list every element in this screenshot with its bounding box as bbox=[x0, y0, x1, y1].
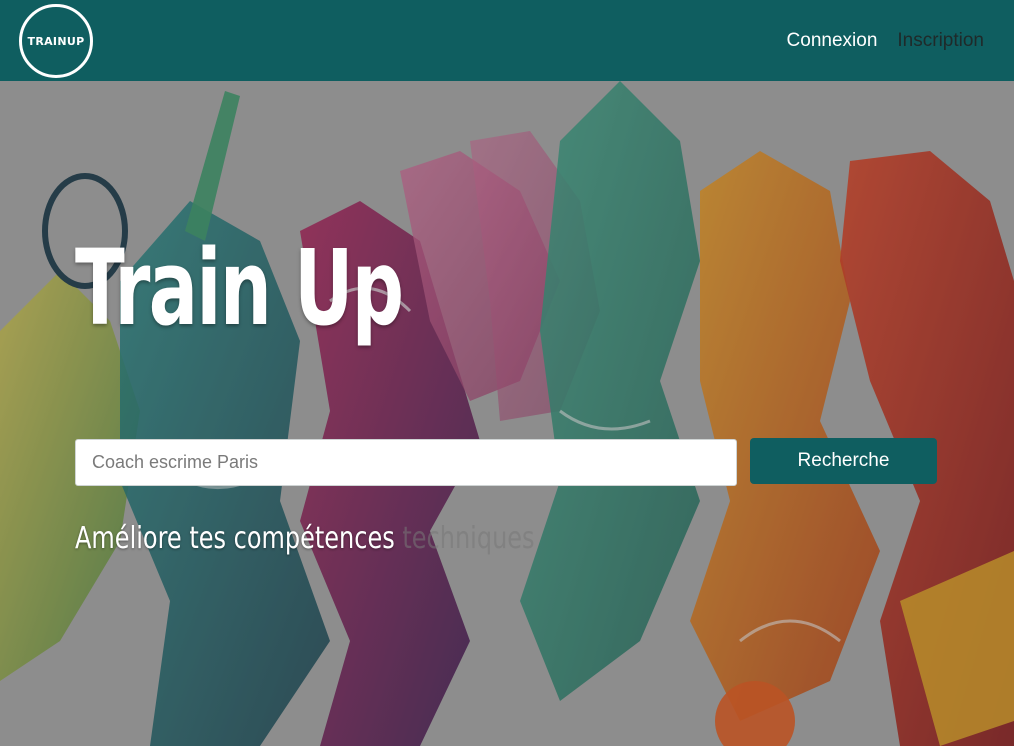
navbar: TRAINUP Connexion Inscription bbox=[0, 0, 1014, 81]
tagline-main: Améliore tes compétences bbox=[75, 521, 395, 556]
hero-tagline: Améliore tes compétences techniques bbox=[75, 521, 535, 556]
search-button[interactable]: Recherche bbox=[750, 438, 937, 484]
hero-overlay bbox=[0, 81, 1014, 746]
hero-section: Train Up Recherche Améliore tes compéten… bbox=[0, 81, 1014, 746]
search-input[interactable] bbox=[75, 439, 737, 486]
nav-links: Connexion Inscription bbox=[787, 30, 984, 52]
tagline-faded-word: techniques bbox=[402, 521, 535, 556]
signup-link[interactable]: Inscription bbox=[897, 30, 984, 52]
trainup-logo[interactable]: TRAINUP bbox=[19, 4, 93, 78]
hero-title: Train Up bbox=[75, 227, 404, 349]
login-link[interactable]: Connexion bbox=[787, 30, 878, 52]
